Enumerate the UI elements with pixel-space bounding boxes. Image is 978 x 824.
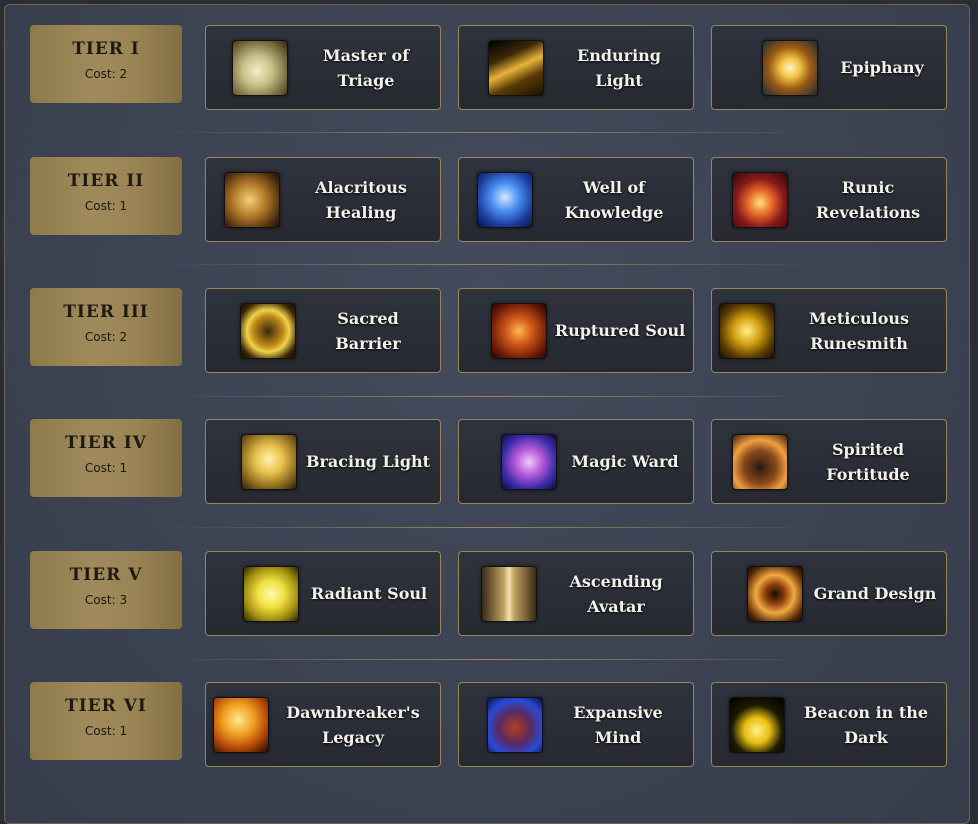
- tier-row-5: TIER V Cost: 3 Radiant Soul Ascending Av…: [5, 531, 971, 636]
- talent-well-of-knowledge[interactable]: Well of Knowledge: [458, 157, 694, 242]
- light-beam-icon: [488, 40, 544, 96]
- talent-spirited-fortitude[interactable]: Spirited Fortitude: [711, 419, 947, 504]
- arcane-tome-icon: [487, 697, 543, 753]
- talent-meticulous-runesmith[interactable]: Meticulous Runesmith: [711, 288, 947, 373]
- tier-name: TIER VI: [65, 696, 147, 716]
- eye-icon: [747, 566, 803, 622]
- talent-enduring-light[interactable]: Enduring Light: [458, 25, 694, 110]
- tier-header: TIER VI Cost: 1: [30, 682, 182, 760]
- tier-row-6: TIER VI Cost: 1 Dawnbreaker's Legacy Exp…: [5, 662, 971, 767]
- talent-ascending-avatar[interactable]: Ascending Avatar: [458, 551, 694, 636]
- talent-beacon-in-the-dark[interactable]: Beacon in the Dark: [711, 682, 947, 767]
- tier-row-3: TIER III Cost: 2 Sacred Barrier Ruptured…: [5, 268, 971, 373]
- talent-magic-ward[interactable]: Magic Ward: [458, 419, 694, 504]
- avatar-warrior-icon: [481, 566, 537, 622]
- talent-label: Grand Design: [813, 584, 937, 603]
- row-divider: [155, 659, 825, 660]
- golden-sphere-icon: [240, 303, 296, 359]
- rune-sigil-icon: [719, 303, 775, 359]
- talent-label: Dawnbreaker's Legacy: [286, 702, 420, 747]
- tier-name: TIER I: [72, 39, 140, 59]
- talent-sacred-barrier[interactable]: Sacred Barrier: [205, 288, 441, 373]
- glowing-book-icon: [732, 172, 788, 228]
- talent-label: Magic Ward: [571, 452, 679, 471]
- talent-epiphany[interactable]: Epiphany: [711, 25, 947, 110]
- tier-header: TIER IV Cost: 1: [30, 419, 182, 497]
- talent-label: Radiant Soul: [310, 584, 428, 603]
- talent-label: Ruptured Soul: [554, 321, 686, 340]
- talent-runic-revelations[interactable]: Runic Revelations: [711, 157, 947, 242]
- tier-header: TIER III Cost: 2: [30, 288, 182, 366]
- golden-crest-icon: [241, 434, 297, 490]
- talent-label: Spirited Fortitude: [826, 439, 910, 484]
- tier-cost: Cost: 1: [84, 724, 128, 738]
- talent-bracing-light[interactable]: Bracing Light: [205, 419, 441, 504]
- tier-row-2: TIER II Cost: 1 Alacritous Healing Well …: [5, 137, 971, 242]
- talent-label: Epiphany: [840, 58, 924, 77]
- tier-cost: Cost: 1: [84, 461, 128, 475]
- talent-grand-design[interactable]: Grand Design: [711, 551, 947, 636]
- tier-row-4: TIER IV Cost: 1 Bracing Light Magic Ward…: [5, 399, 971, 504]
- healing-hands-icon: [224, 172, 280, 228]
- row-divider: [155, 132, 825, 133]
- talent-label: Alacritous Healing: [315, 177, 407, 222]
- tier-name: TIER IV: [65, 433, 147, 453]
- row-divider: [155, 264, 825, 265]
- tier-header: TIER V Cost: 3: [30, 551, 182, 629]
- talent-panel: TIER I Cost: 2 Master of Triage Enduring…: [4, 4, 970, 824]
- scroll-icon: [501, 434, 557, 490]
- tier-name: TIER III: [63, 302, 149, 322]
- talent-label: Sacred Barrier: [335, 308, 401, 353]
- fiery-rune-icon: [491, 303, 547, 359]
- praying-hands-icon: [232, 40, 288, 96]
- talent-label: Ascending Avatar: [569, 571, 663, 616]
- tier-cost: Cost: 2: [84, 330, 128, 344]
- talent-label: Beacon in the Dark: [803, 702, 929, 747]
- golden-orb-icon: [762, 40, 818, 96]
- row-divider: [155, 396, 825, 397]
- tier-header: TIER I Cost: 2: [30, 25, 182, 103]
- talent-label: Enduring Light: [577, 45, 661, 90]
- tier-cost: Cost: 2: [84, 67, 128, 81]
- talent-radiant-soul[interactable]: Radiant Soul: [205, 551, 441, 636]
- tier-cost: Cost: 1: [84, 199, 128, 213]
- fire-orb-icon: [213, 697, 269, 753]
- talent-label: Meticulous Runesmith: [808, 308, 910, 353]
- talent-label: Master of Triage: [322, 45, 410, 90]
- talent-label: Runic Revelations: [815, 177, 921, 222]
- hooded-figure-icon: [732, 434, 788, 490]
- talent-master-of-triage[interactable]: Master of Triage: [205, 25, 441, 110]
- blue-spirit-face-icon: [477, 172, 533, 228]
- tier-row-1: TIER I Cost: 2 Master of Triage Enduring…: [5, 5, 971, 110]
- tier-cost: Cost: 3: [84, 593, 128, 607]
- talent-label: Bracing Light: [305, 452, 431, 471]
- talent-label: Well of Knowledge: [564, 177, 664, 222]
- talent-alacritous-healing[interactable]: Alacritous Healing: [205, 157, 441, 242]
- talent-ruptured-soul[interactable]: Ruptured Soul: [458, 288, 694, 373]
- row-divider: [155, 527, 825, 528]
- glowing-silhouette-icon: [729, 697, 785, 753]
- tier-name: TIER II: [67, 171, 145, 191]
- tier-header: TIER II Cost: 1: [30, 157, 182, 235]
- talent-expansive-mind[interactable]: Expansive Mind: [458, 682, 694, 767]
- tier-name: TIER V: [69, 565, 143, 585]
- radiant-flame-icon: [243, 566, 299, 622]
- talent-dawnbreakers-legacy[interactable]: Dawnbreaker's Legacy: [205, 682, 441, 767]
- talent-label: Expansive Mind: [573, 702, 663, 747]
